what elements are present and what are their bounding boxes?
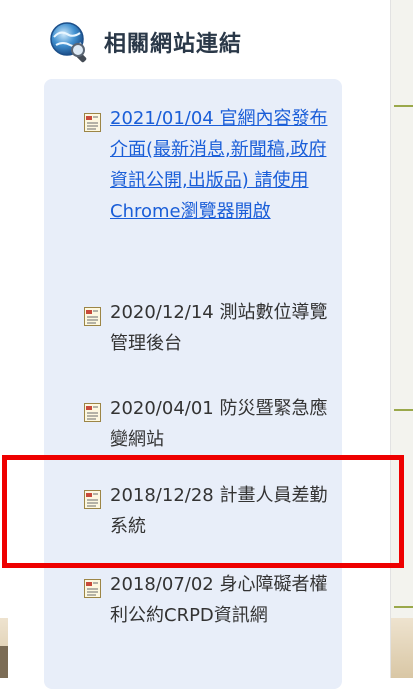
divider-line — [394, 105, 413, 107]
list-item-link-3[interactable]: 2020/04/01 防災暨緊急應變網站 — [84, 393, 330, 455]
list-item-link-1[interactable]: 2021/01/04 官網內容發布介面(最新消息,新聞稿,政府資訊公開,出版品)… — [84, 103, 330, 227]
link-text[interactable]: 2020/12/14 測站數位導覽管理後台 — [84, 297, 330, 359]
link-text[interactable]: 2018/07/02 身心障礙者權利公約CRPD資訊網 — [84, 569, 330, 631]
document-icon — [84, 577, 101, 598]
section-header: 相關網站連結 — [48, 12, 242, 72]
background-right-strip — [390, 0, 413, 678]
link-text[interactable]: 2021/01/04 官網內容發布介面(最新消息,新聞稿,政府資訊公開,出版品)… — [84, 103, 330, 227]
document-icon — [84, 305, 101, 326]
divider-line — [394, 409, 413, 411]
document-icon — [84, 401, 101, 422]
document-icon — [84, 111, 101, 132]
highlight-box — [2, 455, 404, 568]
list-item-link-5[interactable]: 2018/07/02 身心障礙者權利公約CRPD資訊網 — [84, 569, 330, 631]
link-text[interactable]: 2020/04/01 防災暨緊急應變網站 — [84, 393, 330, 455]
globe-search-icon — [48, 20, 92, 64]
list-item-link-2[interactable]: 2020/12/14 測站數位導覽管理後台 — [84, 297, 330, 359]
divider-line — [394, 606, 413, 608]
section-title: 相關網站連結 — [104, 32, 243, 57]
